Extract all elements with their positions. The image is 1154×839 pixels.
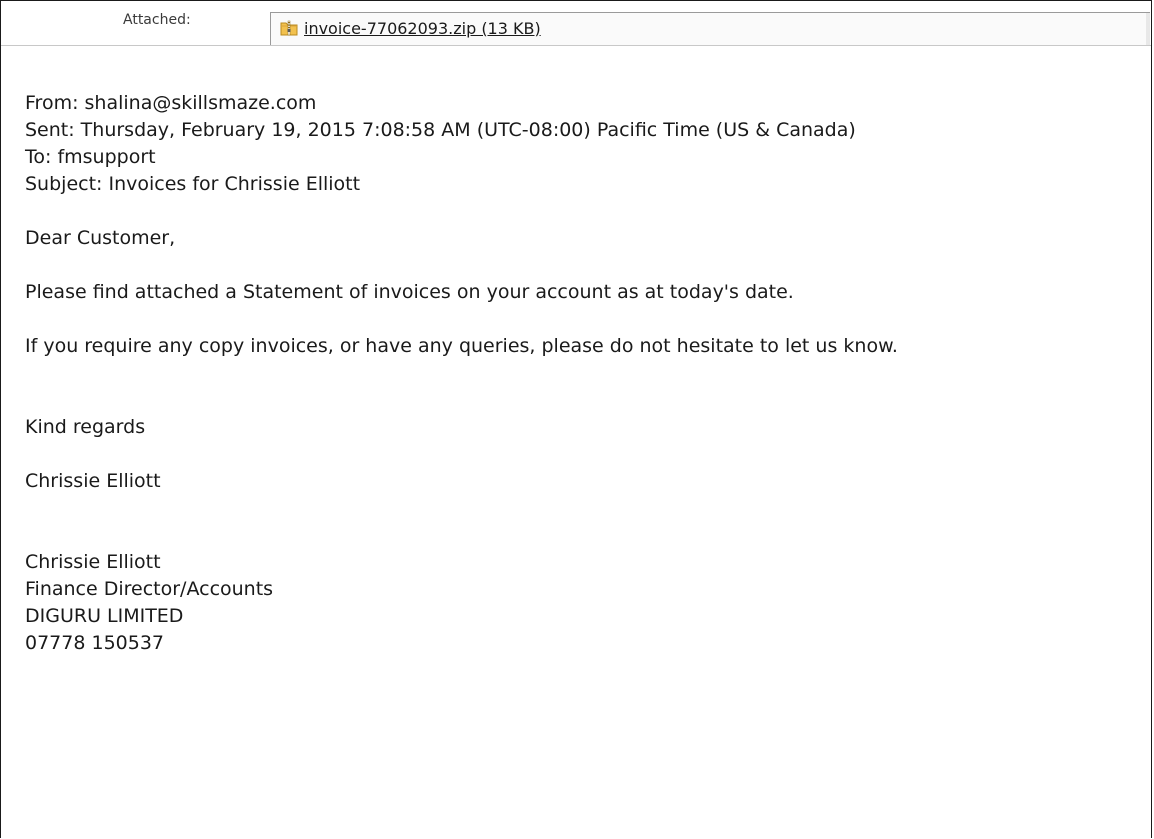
from-line: From: shalina@skillsmaze.com (25, 92, 317, 114)
greeting: Dear Customer, (25, 227, 176, 249)
message-body: From: shalina@skillsmaze.com Sent: Thurs… (25, 90, 898, 657)
zip-archive-icon (280, 20, 298, 36)
paragraph-2: If you require any copy invoices, or hav… (25, 335, 898, 357)
attachment-list: invoice-77062093.zip (13 KB) (270, 12, 1150, 45)
signoff-name: Chrissie Elliott (25, 470, 161, 492)
attachment-scrollbar[interactable] (1146, 13, 1150, 45)
attached-label: Attached: (123, 12, 191, 28)
signature-title: Finance Director/Accounts (25, 578, 274, 600)
to-line: To: fmsupport (25, 146, 156, 168)
signature-company: DIGURU LIMITED (25, 605, 184, 627)
subject-line: Subject: Invoices for Chrissie Elliott (25, 173, 361, 195)
closing: Kind regards (25, 416, 146, 438)
signature-phone: 07778 150537 (25, 632, 165, 654)
signature-name: Chrissie Elliott (25, 551, 161, 573)
attachment-bar: Attached: invoice-77062093.zip (13 KB) (1, 1, 1151, 46)
attachment-item[interactable]: invoice-77062093.zip (13 KB) (279, 18, 541, 38)
sent-line: Sent: Thursday, February 19, 2015 7:08:5… (25, 119, 856, 141)
attachment-file-link[interactable]: invoice-77062093.zip (13 KB) (304, 19, 541, 38)
paragraph-1: Please find attached a Statement of invo… (25, 281, 794, 303)
